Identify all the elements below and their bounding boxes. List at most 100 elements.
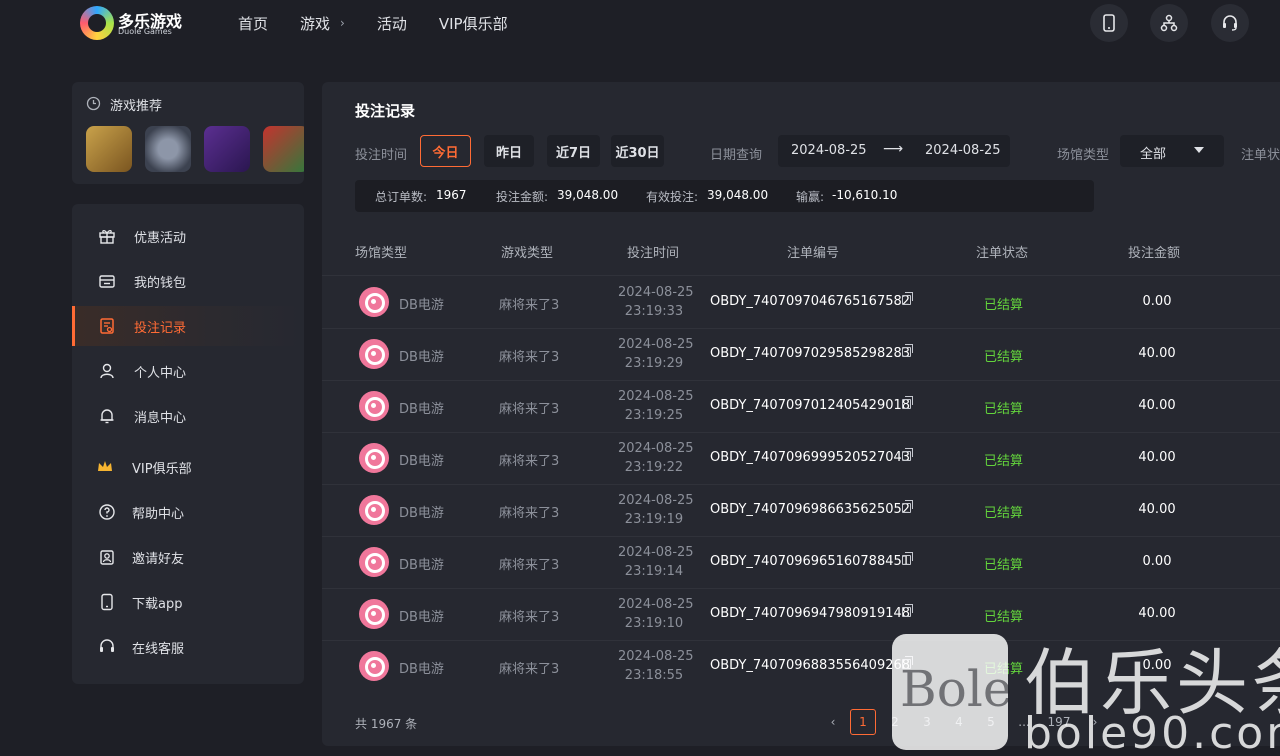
invite-icon bbox=[100, 550, 114, 565]
filter-30days-button[interactable]: 近30日 bbox=[611, 135, 664, 167]
venue-name: DB电游 bbox=[399, 610, 444, 625]
mobile-app-button[interactable] bbox=[1090, 4, 1128, 42]
bet-time: 23:19:25 bbox=[624, 408, 684, 423]
sidebar-item-support[interactable]: 在线客服 bbox=[72, 627, 304, 667]
sidebar-item-promotions[interactable]: 优惠活动 bbox=[72, 216, 304, 256]
order-status: 已结算 bbox=[984, 350, 1024, 365]
date-to-field[interactable]: 2024-08-25 bbox=[925, 143, 1001, 158]
order-status-label: 注单状 bbox=[1241, 148, 1280, 163]
sidebar-item-bet-records[interactable]: 投注记录 bbox=[72, 306, 304, 346]
filter-today-button[interactable]: 今日 bbox=[420, 135, 471, 167]
sidebar-item-help[interactable]: 帮助中心 bbox=[72, 492, 304, 532]
customer-service-button[interactable] bbox=[1211, 4, 1249, 42]
site-logo[interactable]: 多乐游戏 Duole Games bbox=[80, 6, 190, 40]
sidebar-item-label: 我的钱包 bbox=[134, 275, 187, 291]
copy-icon[interactable] bbox=[902, 500, 913, 513]
crown-icon bbox=[98, 461, 112, 471]
chevron-right-icon: › bbox=[340, 16, 345, 30]
copy-icon[interactable] bbox=[902, 292, 913, 305]
table-row[interactable]: DB电游 麻将来了3 2024-08-25 23:19:25 OBDY_7407… bbox=[322, 381, 1280, 433]
order-status: 已结算 bbox=[984, 558, 1024, 573]
total-orders-label: 总订单数: bbox=[375, 190, 428, 204]
sidebar-item-label: 消息中心 bbox=[134, 410, 187, 426]
venue-logo-icon bbox=[359, 495, 389, 525]
recommend-title: 游戏推荐 bbox=[110, 99, 163, 114]
bet-time: 23:19:22 bbox=[624, 460, 684, 475]
wallet-icon bbox=[99, 275, 115, 288]
game-name: 麻将来了3 bbox=[499, 662, 560, 677]
bet-amount: 0.00 bbox=[1142, 554, 1172, 569]
nav-home-label: 首页 bbox=[238, 14, 269, 33]
venue-name: DB电游 bbox=[399, 402, 444, 417]
venue-type-label: 场馆类型 bbox=[1057, 148, 1110, 163]
headset-icon bbox=[1223, 15, 1237, 31]
venue-logo-icon bbox=[359, 287, 389, 317]
sidebar-item-label: 邀请好友 bbox=[132, 551, 185, 567]
prev-page-button[interactable]: ‹ bbox=[820, 709, 846, 735]
venue-logo-icon bbox=[359, 599, 389, 629]
sidebar-item-label: 在线客服 bbox=[132, 641, 185, 657]
nav-events[interactable]: 活动 bbox=[377, 13, 407, 34]
column-header: 游戏类型 bbox=[501, 246, 554, 261]
bet-time: 23:19:33 bbox=[624, 304, 684, 319]
game-thumb-icon[interactable] bbox=[263, 126, 304, 172]
nav-games[interactable]: 游戏 › bbox=[300, 13, 345, 34]
total-orders-value: 1967 bbox=[436, 188, 467, 202]
game-name: 麻将来了3 bbox=[499, 350, 560, 365]
win-loss-value: -10,610.10 bbox=[832, 188, 898, 202]
game-name: 麻将来了3 bbox=[499, 506, 560, 521]
bet-time-label: 投注时间 bbox=[355, 148, 408, 163]
logo-subtext: Duole Games bbox=[118, 27, 172, 36]
game-thumb-icon[interactable] bbox=[145, 126, 191, 172]
filter-yesterday-button[interactable]: 昨日 bbox=[484, 135, 534, 167]
venue-name: DB电游 bbox=[399, 454, 444, 469]
nav-vip[interactable]: VIP俱乐部 bbox=[439, 13, 508, 34]
copy-icon[interactable] bbox=[902, 344, 913, 357]
caret-down-icon bbox=[1194, 147, 1204, 153]
venue-name: DB电游 bbox=[399, 350, 444, 365]
nav-vip-label: VIP俱乐部 bbox=[438, 14, 508, 33]
sidebar-item-wallet[interactable]: 我的钱包 bbox=[72, 261, 304, 301]
sidebar-item-download[interactable]: 下载app bbox=[72, 582, 304, 622]
game-thumb-icon[interactable] bbox=[86, 126, 132, 172]
sidebar-item-messages[interactable]: 消息中心 bbox=[72, 396, 304, 436]
copy-icon[interactable] bbox=[902, 448, 913, 461]
user-icon bbox=[100, 363, 114, 379]
order-status: 已结算 bbox=[984, 610, 1024, 625]
sidebar-item-profile[interactable]: 个人中心 bbox=[72, 351, 304, 391]
bet-time: 23:19:10 bbox=[624, 616, 684, 631]
venue-name: DB电游 bbox=[399, 558, 444, 573]
order-number: OBDY_7407096947980919148 bbox=[710, 606, 911, 621]
bet-date: 2024-08-25 bbox=[618, 545, 694, 560]
top-header: 多乐游戏 Duole Games 首页 游戏 › 活动 VIP俱乐部 bbox=[0, 0, 1280, 46]
venue-type-select[interactable]: 全部 bbox=[1120, 135, 1224, 167]
main-nav: 首页 游戏 › 活动 VIP俱乐部 bbox=[238, 0, 508, 46]
sidebar-item-invite[interactable]: 邀请好友 bbox=[72, 537, 304, 577]
nav-home[interactable]: 首页 bbox=[238, 13, 268, 34]
copy-icon[interactable] bbox=[902, 396, 913, 409]
date-from-field[interactable]: 2024-08-25 bbox=[791, 143, 867, 158]
table-row[interactable]: DB电游 麻将来了3 2024-08-25 23:19:22 OBDY_7407… bbox=[322, 433, 1280, 485]
bet-date: 2024-08-25 bbox=[618, 441, 694, 456]
column-header: 注单编号 bbox=[787, 246, 840, 261]
copy-icon[interactable] bbox=[902, 552, 913, 565]
venue-logo-icon bbox=[359, 339, 389, 369]
logo-mark-icon bbox=[80, 6, 114, 40]
order-number: OBDY_7407096999520527043 bbox=[710, 450, 911, 465]
page-button-1[interactable]: 1 bbox=[850, 709, 876, 735]
sidebar-item-vip[interactable]: VIP俱乐部 bbox=[72, 447, 304, 487]
order-number: OBDY_7407096986635625052 bbox=[710, 502, 911, 517]
game-thumb-icon[interactable] bbox=[204, 126, 250, 172]
column-header: 注单状态 bbox=[976, 246, 1029, 261]
filter-7days-button[interactable]: 近7日 bbox=[547, 135, 600, 167]
network-button[interactable] bbox=[1150, 4, 1188, 42]
phone-icon bbox=[101, 593, 113, 611]
bet-date: 2024-08-25 bbox=[618, 285, 694, 300]
venue-type-value: 全部 bbox=[1140, 147, 1167, 162]
table-row[interactable]: DB电游 麻将来了3 2024-08-25 23:19:33 OBDY_7407… bbox=[322, 277, 1280, 329]
table-row[interactable]: DB电游 麻将来了3 2024-08-25 23:19:29 OBDY_7407… bbox=[322, 329, 1280, 381]
date-range-picker[interactable]: 2024-08-25 ⟶ 2024-08-25 bbox=[778, 135, 1010, 167]
table-row[interactable]: DB电游 麻将来了3 2024-08-25 23:19:14 OBDY_7407… bbox=[322, 537, 1280, 589]
copy-icon[interactable] bbox=[902, 604, 913, 617]
table-row[interactable]: DB电游 麻将来了3 2024-08-25 23:19:19 OBDY_7407… bbox=[322, 485, 1280, 537]
